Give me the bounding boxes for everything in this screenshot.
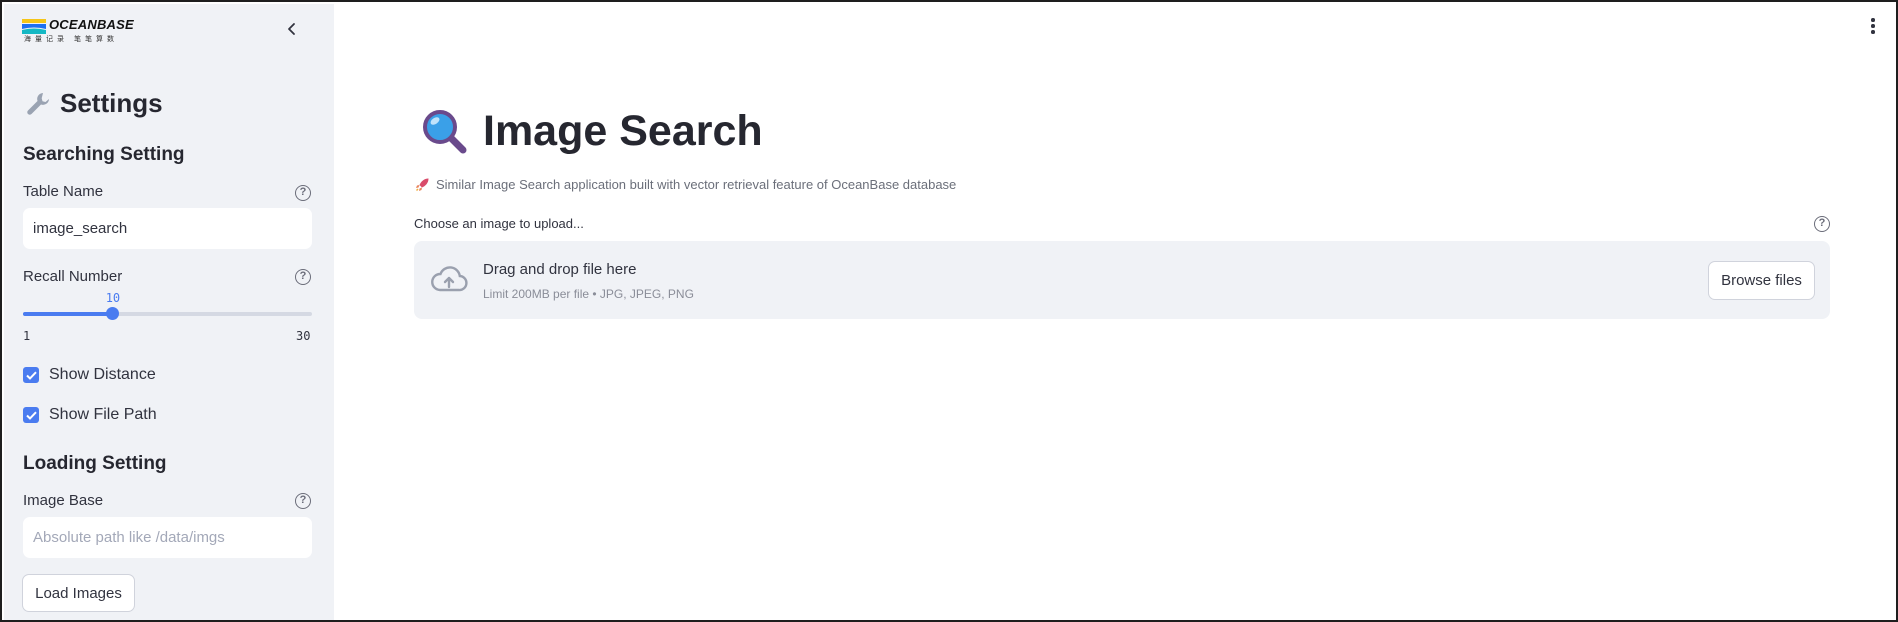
browse-files-button[interactable]: Browse files xyxy=(1708,261,1815,300)
rocket-icon xyxy=(415,178,429,192)
recall-slider-thumb[interactable] xyxy=(106,307,120,320)
help-icon[interactable]: ? xyxy=(295,185,311,201)
searching-setting-heading: Searching Setting xyxy=(23,144,185,165)
app-window: OCEANBASE 海量记录 笔笔算数 Settings Searching S… xyxy=(0,0,1898,622)
page-subtitle: Similar Image Search application built w… xyxy=(415,177,956,192)
sidebar: OCEANBASE 海量记录 笔笔算数 Settings Searching S… xyxy=(4,4,334,620)
checkbox-checked-icon xyxy=(23,367,39,383)
recall-slider-min: 1 xyxy=(23,329,31,343)
show-distance-label: Show Distance xyxy=(49,366,156,383)
settings-heading: Settings xyxy=(24,88,163,119)
menu-dot xyxy=(1871,18,1875,22)
settings-title: Settings xyxy=(60,88,163,118)
table-name-label: Table Name xyxy=(23,183,104,200)
show-file-path-label: Show File Path xyxy=(49,406,157,423)
recall-number-label: Recall Number xyxy=(23,268,123,285)
collapse-sidebar-button[interactable] xyxy=(281,18,303,40)
file-dropzone[interactable]: Drag and drop file here Limit 200MB per … xyxy=(414,241,1830,319)
loading-setting-heading: Loading Setting xyxy=(23,453,167,474)
dropzone-limit-text: Limit 200MB per file • JPG, JPEG, PNG xyxy=(483,287,694,301)
recall-slider-value: 10 xyxy=(105,291,121,305)
help-icon[interactable]: ? xyxy=(295,269,311,285)
cloud-upload-icon xyxy=(431,266,468,292)
chevron-left-icon xyxy=(288,23,295,35)
recall-slider-track[interactable] xyxy=(23,312,312,316)
recall-slider-max: 30 xyxy=(296,329,311,343)
menu-dot xyxy=(1871,30,1875,34)
help-icon[interactable]: ? xyxy=(1814,216,1830,232)
image-base-label: Image Base xyxy=(23,492,104,509)
menu-dot xyxy=(1871,24,1875,28)
show-distance-checkbox[interactable]: Show Distance xyxy=(23,366,156,384)
image-base-input[interactable] xyxy=(23,517,312,558)
recall-slider-fill xyxy=(23,312,113,316)
dropzone-title: Drag and drop file here xyxy=(483,261,637,278)
load-images-button[interactable]: Load Images xyxy=(22,574,135,612)
checkbox-checked-icon xyxy=(23,407,39,423)
wrench-icon xyxy=(27,92,49,115)
uploader-label: Choose an image to upload... xyxy=(414,216,584,231)
page-subtitle-text: Similar Image Search application built w… xyxy=(436,177,957,192)
oceanbase-logo: OCEANBASE 海量记录 笔笔算数 xyxy=(22,16,142,46)
table-name-input[interactable] xyxy=(23,208,312,249)
page-title: Image Search xyxy=(421,107,763,156)
page-title-text: Image Search xyxy=(483,107,763,155)
main-menu-button[interactable] xyxy=(1866,16,1880,36)
help-icon[interactable]: ? xyxy=(295,493,311,509)
logo-tagline: 海量记录 笔笔算数 xyxy=(24,36,118,43)
magnifier-icon xyxy=(423,109,467,153)
logo-wordmark: OCEANBASE xyxy=(49,17,134,32)
show-file-path-checkbox[interactable]: Show File Path xyxy=(23,406,157,424)
